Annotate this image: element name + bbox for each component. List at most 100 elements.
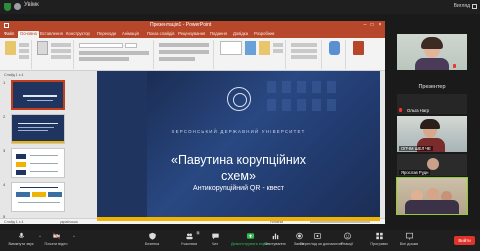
microphone-icon — [18, 232, 24, 238]
apps-label: Програми — [370, 242, 388, 246]
tab-view[interactable]: Подання — [210, 31, 227, 36]
align-buttons[interactable] — [159, 50, 209, 54]
thumb-stripe — [12, 141, 64, 143]
slide-thumbnail-3[interactable] — [11, 148, 65, 178]
thumb-block — [16, 170, 26, 175]
participants-count-badge: 5 — [196, 231, 200, 235]
meeting-toolbar: Вимкнути звук ^ Почати відео ^ Безпека У… — [0, 230, 480, 251]
participant-tile-1[interactable] — [397, 34, 467, 70]
tab-design[interactable]: Конструктор — [66, 31, 90, 36]
font-family-select[interactable] — [79, 43, 123, 48]
share-screen-icon — [246, 233, 254, 239]
polls-button[interactable]: Опитування — [262, 232, 288, 246]
paste-icon[interactable] — [5, 41, 16, 55]
start-video-button[interactable]: Почати відео ^ — [40, 232, 75, 246]
quick-styles-icon[interactable] — [259, 41, 270, 55]
thumb-block — [16, 162, 26, 167]
presenter-label: Презентер — [418, 84, 446, 90]
font-size-select[interactable] — [125, 43, 137, 48]
participant-bodies — [405, 200, 459, 214]
participants-icon — [185, 233, 193, 240]
background-window — [282, 99, 291, 111]
ribbon-group-designer — [348, 40, 370, 69]
format-painter-button[interactable] — [19, 55, 29, 59]
mute-label: Вимкнути звук — [8, 242, 34, 246]
chat-button[interactable]: Чат — [206, 232, 224, 246]
copy-button[interactable] — [19, 49, 29, 53]
list-buttons[interactable] — [159, 43, 209, 47]
slide-university-name: ХЕРСОНСЬКИЙ ДЕРЖАВНИЙ УНІВЕРСИТЕТ — [171, 129, 306, 134]
maximize-icon[interactable]: □ — [369, 22, 375, 28]
participant-tile-5-active-speaker[interactable] — [396, 177, 468, 215]
shape-outline-button[interactable] — [273, 49, 283, 53]
shapes-gallery[interactable] — [220, 41, 242, 55]
whiteboards-button[interactable]: Білі дошки — [393, 232, 425, 246]
status-slide-count: Слайд 1 з 4 — [4, 220, 24, 224]
background-window — [282, 81, 291, 93]
dictate-icon[interactable] — [329, 41, 340, 55]
zoom-slider[interactable] — [310, 221, 370, 223]
thumb-block — [16, 192, 30, 197]
layout-button[interactable] — [51, 43, 71, 47]
ribbon-group-slides — [34, 40, 74, 69]
participant-tile-3[interactable]: ОПЧМ ШЕЛ ЧЕ — [397, 116, 467, 152]
reactions-label: Реакції — [340, 242, 354, 246]
meeting-top-bar: Увімк Вигляд — [0, 0, 480, 14]
font-format-buttons[interactable] — [79, 51, 149, 55]
shield-icon[interactable] — [4, 3, 11, 11]
reset-button[interactable] — [51, 49, 71, 53]
replace-button[interactable] — [291, 49, 317, 53]
tab-help[interactable]: Довідка — [233, 31, 248, 36]
apps-button[interactable]: Програми — [368, 232, 390, 246]
section-button[interactable] — [51, 55, 71, 59]
cut-button[interactable] — [19, 43, 29, 47]
mute-button[interactable]: Вимкнути звук ^ — [4, 232, 41, 246]
view-button-label[interactable]: Вигляд — [454, 3, 470, 9]
slide-number: 1 — [3, 80, 6, 85]
background-window — [297, 81, 306, 93]
tab-review[interactable]: Рецензування — [178, 31, 205, 36]
find-button[interactable] — [291, 43, 317, 47]
select-button[interactable] — [291, 55, 317, 59]
slide-thumbnail-1[interactable] — [11, 80, 65, 110]
participant-tile-4[interactable]: Ярослав Рудн — [397, 154, 467, 176]
arrange-icon[interactable] — [245, 41, 256, 55]
slide-thumbnail-4[interactable] — [11, 182, 65, 212]
new-slide-icon[interactable] — [37, 41, 48, 55]
view-with-button[interactable]: Перегляд за допомогою — [300, 232, 342, 246]
grid-icon[interactable] — [472, 4, 477, 9]
close-icon[interactable]: × — [377, 22, 383, 28]
slide-thumbnail-2[interactable] — [11, 114, 65, 144]
tab-file[interactable]: Файл — [4, 31, 14, 36]
participant-tile-2[interactable]: Ольга Нагр — [397, 94, 467, 114]
reactions-button[interactable]: Реакції — [338, 232, 356, 246]
tab-home[interactable]: Основна — [18, 31, 39, 38]
chat-icon — [211, 233, 219, 240]
designer-icon[interactable] — [353, 41, 364, 55]
thumb-text-line — [18, 123, 58, 124]
tab-animation[interactable]: Анімація — [122, 31, 139, 36]
font-color-buttons[interactable] — [79, 57, 129, 61]
leave-button[interactable]: Вийти — [454, 236, 475, 245]
thumb-text-line — [18, 130, 48, 131]
minimize-icon[interactable]: – — [362, 22, 368, 28]
chevron-up-icon[interactable]: ^ — [73, 234, 75, 239]
tab-transitions[interactable]: Переходи — [97, 31, 116, 36]
security-button[interactable]: Безпека — [140, 232, 164, 246]
save-icon[interactable] — [4, 23, 9, 28]
info-icon[interactable] — [14, 3, 21, 10]
background-window — [267, 81, 276, 93]
whiteboards-label: Білі дошки — [399, 242, 419, 246]
tab-developer[interactable]: Розробник — [254, 31, 274, 36]
meeting-status-text: Увімк — [24, 2, 39, 8]
tab-slideshow[interactable]: Показ слайдів — [147, 31, 174, 36]
zoom-meeting-window: Увімк Вигляд Презентація1 - PowerPoint –… — [0, 0, 480, 251]
tab-insert[interactable]: Вставлення — [40, 31, 63, 36]
thumb-stripe — [13, 108, 65, 110]
participants-label: Учасники — [180, 242, 198, 246]
shape-fill-button[interactable] — [273, 43, 283, 47]
background-window — [312, 99, 321, 111]
participants-button[interactable]: Учасники 5 — [176, 231, 202, 246]
spacing-buttons[interactable] — [159, 57, 195, 61]
thumb-block — [32, 192, 46, 197]
